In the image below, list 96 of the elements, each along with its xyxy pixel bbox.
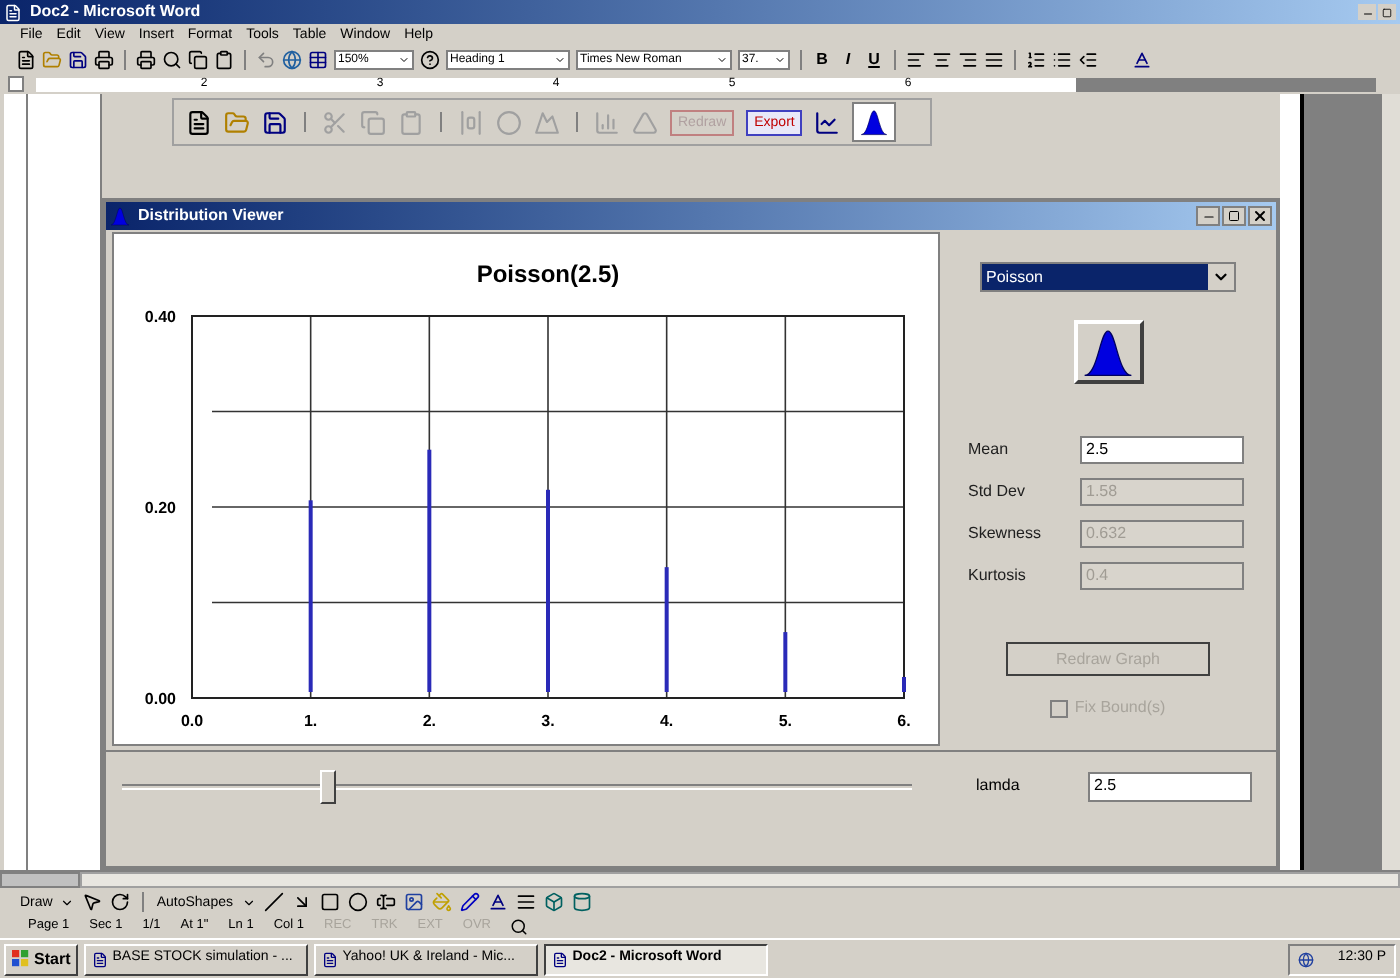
line-color-icon[interactable]	[459, 892, 479, 912]
minimize-icon	[1201, 210, 1215, 224]
y-tick-label: 0.40	[144, 308, 176, 326]
oval-icon[interactable]	[347, 892, 367, 912]
globe-icon[interactable]	[282, 50, 302, 70]
image-icon[interactable]	[403, 892, 423, 912]
bell-curve-icon	[860, 108, 889, 136]
minimize-button[interactable]	[1358, 4, 1376, 20]
text-box-icon[interactable]	[375, 892, 395, 912]
indent-icon[interactable]	[1078, 50, 1098, 70]
restore-icon	[1382, 7, 1392, 17]
printer-icon[interactable]	[136, 50, 156, 70]
minimize-button[interactable]	[1196, 206, 1220, 226]
align-center-icon[interactable]	[932, 50, 952, 70]
search-icon[interactable]	[162, 50, 182, 70]
new-document-icon[interactable]	[186, 109, 212, 135]
printer-icon[interactable]	[94, 50, 114, 70]
help-icon[interactable]	[420, 50, 440, 70]
stat-label: Kurtosis	[968, 564, 1028, 588]
distribution-shape-button[interactable]	[852, 102, 897, 142]
slider-thumb[interactable]	[319, 769, 336, 803]
caret-icon	[554, 54, 566, 66]
spelling-icon[interactable]	[510, 918, 529, 936]
bullet-list-icon[interactable]	[1052, 50, 1072, 70]
window-title: Doc2 - Microsoft Word	[30, 4, 201, 20]
shadow-icon[interactable]	[543, 892, 563, 912]
format-button[interactable]: U	[864, 52, 884, 68]
clipboard-icon[interactable]	[398, 109, 424, 135]
caret-icon[interactable]	[241, 895, 255, 909]
windows-logo-icon	[12, 950, 30, 968]
stat-label: Std Dev	[968, 480, 1027, 504]
3d-icon[interactable]	[571, 892, 591, 912]
table-icon[interactable]	[308, 50, 328, 70]
minimize-icon	[1361, 8, 1373, 20]
line-icon[interactable]	[263, 892, 283, 912]
document-icon	[92, 951, 109, 967]
chart-title: Poisson(2.5)	[476, 260, 620, 288]
close-button[interactable]	[1248, 206, 1272, 226]
rectangle-icon[interactable]	[319, 892, 339, 912]
y-tick-label: 0.20	[144, 499, 176, 517]
new-document-icon[interactable]	[16, 50, 36, 70]
maximize-icon	[1228, 210, 1240, 222]
x-tick-label: 4.	[660, 712, 674, 730]
numbered-list-icon[interactable]	[1026, 50, 1046, 70]
bell-curve-icon	[110, 206, 130, 226]
x-tick-label: 0.0	[180, 712, 204, 730]
font-color-icon[interactable]	[487, 892, 507, 912]
maximize-button[interactable]	[1222, 206, 1246, 226]
justify-icon[interactable]	[984, 50, 1004, 70]
x-tick-label: 2.	[422, 712, 436, 730]
stat-label: Mean	[968, 438, 1011, 462]
viewer-title: Distribution Viewer	[138, 208, 284, 224]
x-tick-label: 1.	[304, 712, 318, 730]
tab-selector[interactable]	[8, 76, 24, 92]
save-icon[interactable]	[262, 109, 288, 135]
bar	[664, 567, 669, 692]
rotate-icon[interactable]	[110, 892, 131, 912]
bell-curve-icon	[1082, 326, 1134, 378]
pointer-icon[interactable]	[82, 892, 103, 912]
fill-color-icon[interactable]	[431, 892, 451, 912]
caret-icon	[716, 54, 728, 66]
line-style-icon[interactable]	[515, 892, 535, 912]
start-button[interactable]: Start	[4, 943, 79, 975]
x-tick-label: 6.	[897, 712, 911, 730]
stat-field[interactable]: 2.5	[1080, 436, 1244, 464]
align-right-icon[interactable]	[958, 50, 978, 70]
bar	[783, 632, 788, 692]
parameter-field[interactable]: 2.5	[1088, 771, 1252, 801]
font-color-icon[interactable]	[1132, 50, 1152, 70]
parameter-label: lamda	[976, 774, 1022, 798]
document-icon	[552, 951, 569, 967]
format-button[interactable]: I	[838, 52, 858, 68]
clipboard-icon[interactable]	[214, 50, 234, 70]
document-icon	[4, 3, 22, 21]
undo-icon[interactable]	[256, 50, 276, 70]
line-chart-icon[interactable]	[814, 109, 841, 135]
caret-icon	[1212, 268, 1230, 286]
document-icon	[322, 951, 339, 967]
globe-icon	[1297, 951, 1314, 967]
copy-icon[interactable]	[188, 50, 208, 70]
align-left-icon[interactable]	[906, 50, 926, 70]
x-tick-label: 3.	[541, 712, 555, 730]
save-icon[interactable]	[68, 50, 88, 70]
arrow-icon[interactable]	[291, 892, 311, 912]
close-icon	[1252, 208, 1268, 224]
horizontal-scrollbar[interactable]	[80, 872, 1400, 888]
distribution-dropdown[interactable]: Poisson	[980, 262, 1236, 292]
vertical-scrollbar[interactable]	[1380, 94, 1400, 870]
caret-icon[interactable]	[60, 895, 75, 909]
format-button[interactable]: B	[812, 52, 832, 68]
caret-icon	[398, 54, 410, 66]
stat-label: Skewness	[968, 522, 1043, 546]
y-tick-label: 0.00	[144, 690, 176, 708]
restore-button[interactable]	[1378, 4, 1396, 20]
caret-icon	[774, 54, 786, 66]
x-tick-label: 5.	[778, 712, 792, 730]
